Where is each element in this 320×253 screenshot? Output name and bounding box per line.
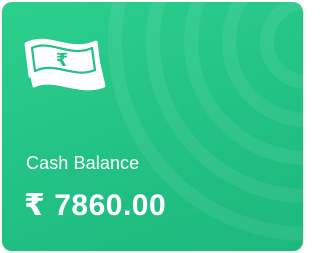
cash-balance-amount: ₹ 7860.00 bbox=[24, 189, 167, 222]
cash-balance-label: Cash Balance bbox=[26, 153, 140, 173]
banknote-rupee-icon: ₹ bbox=[24, 38, 106, 91]
cash-balance-card[interactable]: ₹ Cash Balance ₹ 7860.00 bbox=[2, 2, 303, 251]
svg-text:₹: ₹ bbox=[56, 50, 69, 71]
